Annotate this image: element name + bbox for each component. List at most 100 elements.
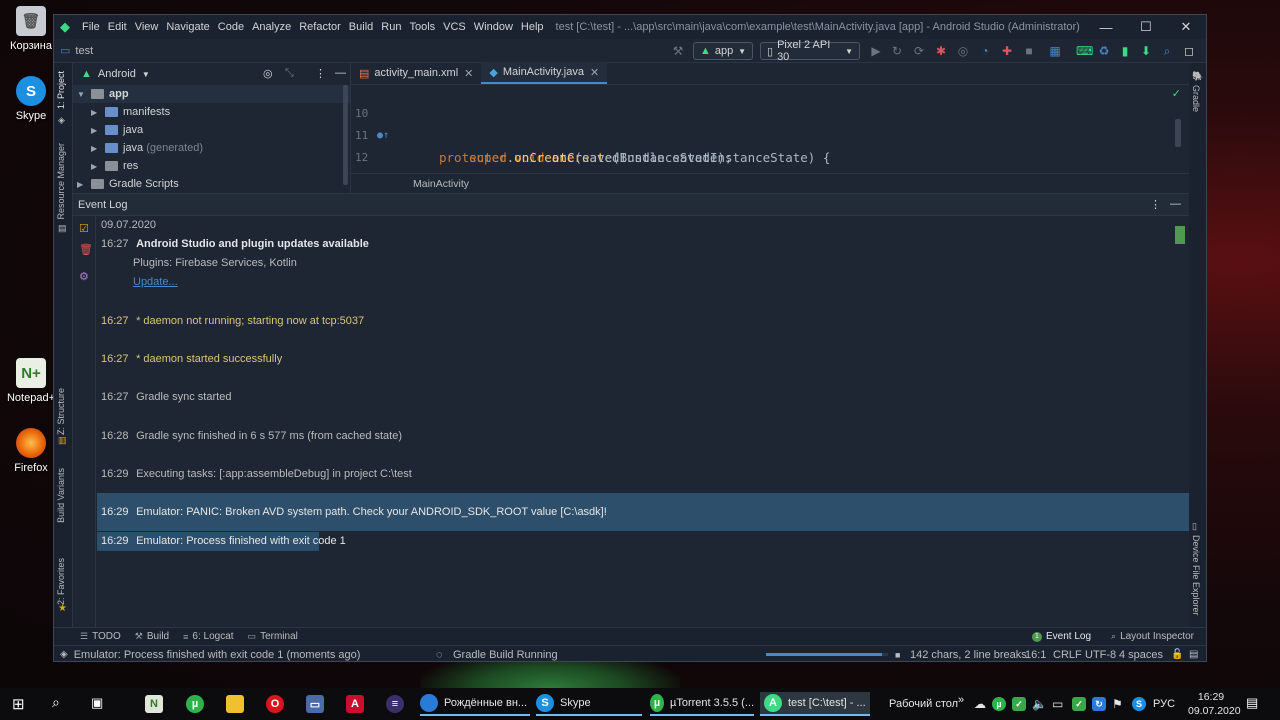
tree-item-manifests[interactable]: ▶ manifests: [73, 103, 350, 121]
selection-info[interactable]: 142 chars, 2 line breaks: [910, 649, 1027, 661]
search-icon[interactable]: ⌕: [1160, 44, 1174, 58]
stop-icon[interactable]: ■: [1022, 44, 1036, 58]
code-line[interactable]: 10 ●↑ protected void onCreate(Bundle sav…: [351, 81, 1189, 165]
pinned-notepad[interactable]: N: [145, 692, 169, 716]
windows-start-icon[interactable]: ⊞: [12, 695, 25, 713]
pinned-utorrent[interactable]: µ: [186, 692, 210, 716]
trash-icon[interactable]: 🗑: [79, 243, 93, 256]
tab-event-log[interactable]: 1 Event Log: [1031, 631, 1091, 642]
pinned-acrobat[interactable]: A: [346, 692, 370, 716]
taskbar-app-android-studio[interactable]: Atest [C:\test] - ...: [760, 692, 870, 716]
more-options-icon[interactable]: ⋮: [1150, 198, 1161, 211]
cloud-icon[interactable]: ☁: [974, 692, 986, 716]
avatar-icon[interactable]: ◻: [1182, 44, 1196, 58]
tray-green-app[interactable]: ✓: [1072, 692, 1092, 716]
coverage-icon[interactable]: ◎: [956, 44, 970, 58]
project-structure-icon[interactable]: ▦: [1048, 44, 1062, 58]
project-breadcrumb[interactable]: ▭ test: [60, 44, 93, 58]
lock-icon[interactable]: 🔓: [1171, 649, 1183, 660]
close-tab-icon[interactable]: ✕: [464, 67, 473, 80]
menu-analyze[interactable]: Analyze: [252, 21, 291, 33]
tab-logcat[interactable]: ≡ 6: Logcat: [183, 631, 233, 642]
menu-build[interactable]: Build: [349, 21, 373, 33]
flag-icon[interactable]: ⚑: [1112, 692, 1123, 716]
desktop-icon-notepad[interactable]: N+ Notepad+: [1, 358, 61, 404]
menu-tools[interactable]: Tools: [409, 21, 435, 33]
desktop-toolbar-label[interactable]: Рабочий стол: [889, 692, 958, 716]
terminal-icon[interactable]: ⌨: [1076, 44, 1093, 58]
run-config-dropdown[interactable]: ▲ app ▼: [693, 42, 753, 60]
device-file-explorer-tab[interactable]: Device File Explorer: [1191, 535, 1201, 616]
tab-layout-inspector[interactable]: ⌕ Layout Inspector: [1111, 631, 1194, 642]
close-button[interactable]: ✕: [1166, 15, 1206, 39]
close-tab-icon[interactable]: ✕: [590, 66, 599, 79]
log-entry-selected[interactable]: 16:29 Emulator: PANIC: Broken AVD system…: [97, 503, 1189, 522]
volume-icon[interactable]: 🔈: [1032, 692, 1047, 716]
project-tool-tab[interactable]: 1: Project: [56, 71, 66, 109]
sync-gradle-icon[interactable]: ♻: [1097, 44, 1111, 58]
clock[interactable]: 16:29 09.07.2020: [1188, 690, 1241, 718]
memory-indicator-icon[interactable]: ▤: [1189, 649, 1198, 660]
toolbar-expand-icon[interactable]: »: [958, 688, 964, 712]
update-link[interactable]: Update...: [133, 276, 178, 288]
tree-item-res[interactable]: ▶ res: [73, 157, 350, 175]
pinned-app[interactable]: ▭: [306, 692, 330, 716]
apply-changes-icon[interactable]: ⟳: [912, 44, 926, 58]
menu-refactor[interactable]: Refactor: [299, 21, 341, 33]
pinned-explorer[interactable]: [226, 692, 250, 716]
cancel-task-icon[interactable]: ■: [895, 650, 900, 660]
pinned-opera[interactable]: O: [266, 692, 290, 716]
layers-icon[interactable]: ◈: [60, 649, 68, 660]
minimize-button[interactable]: —: [1086, 15, 1126, 39]
settings-gear-icon[interactable]: ⚙: [79, 270, 89, 283]
menu-vcs[interactable]: VCS: [443, 21, 466, 33]
tab-terminal[interactable]: ▭ Terminal: [248, 631, 298, 642]
menu-help[interactable]: Help: [521, 21, 544, 33]
structure-tab[interactable]: Z: Structure: [56, 388, 66, 435]
project-scrollbar[interactable]: [343, 85, 348, 185]
tab-build[interactable]: ⚒ Build: [135, 631, 169, 642]
tree-item-app[interactable]: ▼ app: [73, 85, 350, 103]
tray-utorrent[interactable]: µ: [992, 692, 1012, 716]
collapse-icon[interactable]: ⤡: [285, 67, 294, 80]
status-message[interactable]: Emulator: Process finished with exit cod…: [74, 649, 361, 661]
sdk-manager-icon[interactable]: ⬇: [1139, 44, 1153, 58]
desktop-icon-skype[interactable]: S Skype: [1, 76, 61, 122]
code-line[interactable]: 13 }: [351, 147, 1189, 209]
desktop-icon-firefox[interactable]: Firefox: [1, 428, 61, 474]
menu-view[interactable]: View: [135, 21, 159, 33]
build-variants-tab[interactable]: Build Variants: [56, 468, 66, 523]
file-encoding[interactable]: UTF-8: [1085, 649, 1116, 661]
log-entry-selected[interactable]: 16:29 Emulator: Process finished with ex…: [97, 532, 346, 551]
tray-skype[interactable]: S: [1132, 692, 1152, 716]
menu-file[interactable]: File: [82, 21, 100, 33]
run-icon[interactable]: ▶: [869, 44, 883, 58]
project-view-selector[interactable]: Android: [98, 68, 136, 80]
editor-breadcrumb[interactable]: MainActivity: [351, 173, 1189, 193]
search-icon[interactable]: ⌕: [52, 694, 60, 711]
code-line[interactable]: 11 super.onCreate(savedInstanceState);: [351, 103, 1189, 165]
menu-window[interactable]: Window: [474, 21, 513, 33]
menu-run[interactable]: Run: [381, 21, 401, 33]
line-separator[interactable]: CRLF: [1053, 649, 1082, 661]
more-options-icon[interactable]: ⋮: [315, 67, 326, 80]
debug-icon[interactable]: ✱: [934, 44, 948, 58]
notifications-icon[interactable]: ▤: [1246, 695, 1258, 711]
tray-security[interactable]: ✓: [1012, 692, 1032, 716]
resource-manager-tab[interactable]: Resource Manager: [56, 143, 66, 220]
hide-panel-icon[interactable]: —: [335, 67, 346, 79]
avd-manager-icon[interactable]: ▮: [1118, 44, 1132, 58]
background-task-label[interactable]: Gradle Build Running: [453, 649, 558, 661]
profile-icon[interactable]: ◔: [978, 44, 992, 58]
task-view-icon[interactable]: ▣: [91, 695, 103, 711]
menu-code[interactable]: Code: [218, 21, 244, 33]
menu-navigate[interactable]: Navigate: [166, 21, 209, 33]
input-language[interactable]: РУС: [1153, 692, 1175, 716]
maximize-button[interactable]: ☐: [1126, 15, 1166, 39]
favorites-tab[interactable]: 2: Favorites: [56, 558, 66, 605]
taskbar-app-utorrent[interactable]: µ µTorrent 3.5.5 (...: [650, 692, 754, 716]
taskbar-app-browser[interactable]: Рождённые вн...: [420, 692, 530, 716]
inspection-ok-icon[interactable]: ✓: [1172, 87, 1181, 100]
hammer-icon[interactable]: ⚒: [671, 44, 685, 58]
tray-blue-app[interactable]: ↻: [1092, 692, 1112, 716]
